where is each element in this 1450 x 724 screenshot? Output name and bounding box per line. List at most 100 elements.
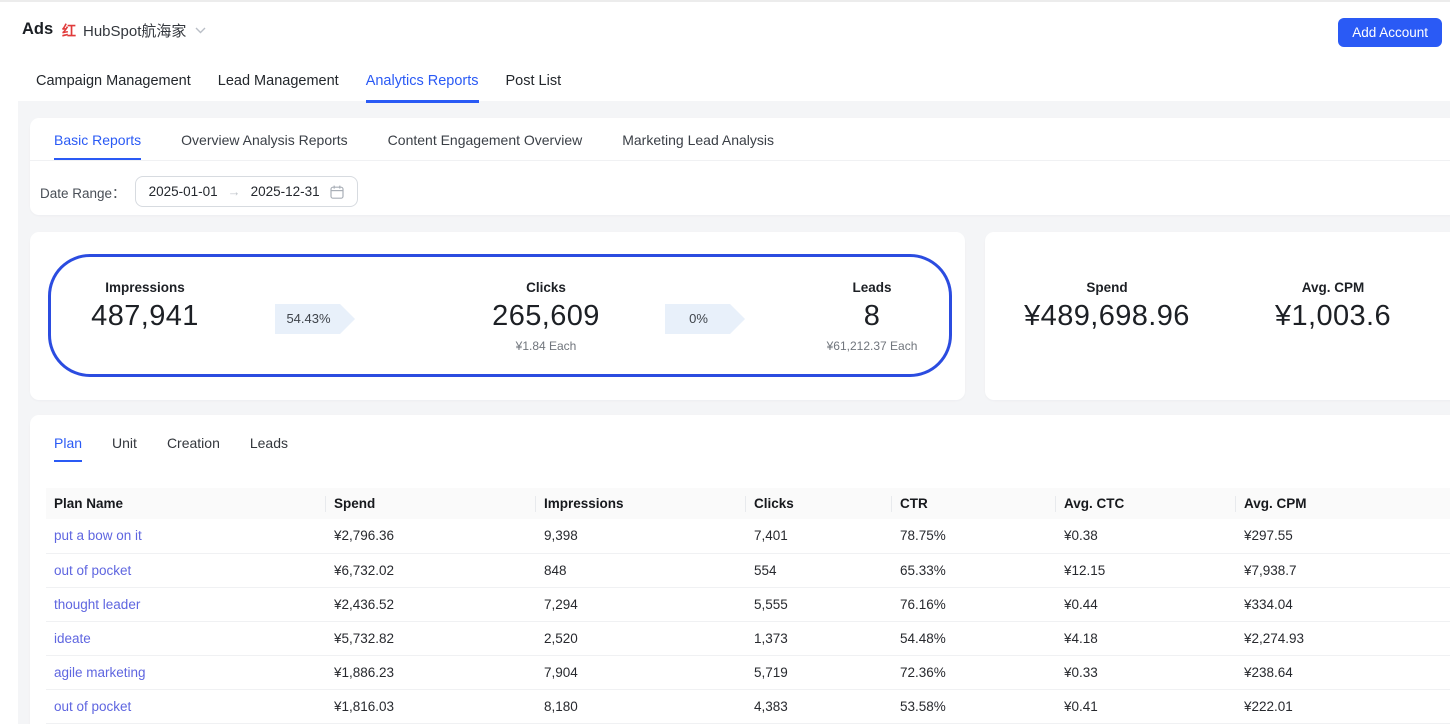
cell-avg-cpm: ¥222.01 bbox=[1236, 689, 1450, 724]
table-tab-unit[interactable]: Unit bbox=[112, 433, 137, 462]
report-tabs: Basic Reports Overview Analysis Reports … bbox=[30, 118, 1450, 161]
plan-name-link[interactable]: ideate bbox=[54, 631, 91, 646]
table-tab-leads[interactable]: Leads bbox=[250, 433, 288, 462]
calendar-icon[interactable] bbox=[330, 185, 344, 199]
cell-avg-ctc: ¥0.33 bbox=[1056, 655, 1236, 690]
tab-campaign-management[interactable]: Campaign Management bbox=[36, 71, 191, 103]
cell-ctr: 78.75% bbox=[892, 519, 1056, 554]
start-date-value[interactable]: 2025-01-01 bbox=[149, 184, 218, 199]
table-tabs: Plan Unit Creation Leads bbox=[54, 433, 1450, 462]
table-header-row: Plan Name Spend Impressions Clicks CTR A… bbox=[46, 488, 1450, 519]
metric-label: Leads bbox=[852, 280, 892, 295]
table-tab-creation[interactable]: Creation bbox=[167, 433, 220, 462]
cell-clicks: 1,373 bbox=[746, 621, 892, 656]
metric-value: 8 bbox=[863, 300, 881, 332]
plan-name-link[interactable]: thought leader bbox=[54, 597, 140, 612]
plan-name-link[interactable]: put a bow on it bbox=[54, 528, 142, 543]
cell-ctr: 72.36% bbox=[892, 655, 1056, 690]
metric-sub: ¥61,212.37 Each bbox=[826, 339, 918, 353]
metric-value: ¥489,698.96 bbox=[1024, 300, 1190, 332]
conversion-rate-chip: 0% bbox=[665, 304, 745, 334]
subtab-overview-analysis-reports[interactable]: Overview Analysis Reports bbox=[181, 131, 348, 160]
cell-avg-cpm: ¥334.04 bbox=[1236, 587, 1450, 622]
metric-label: Avg. CPM bbox=[1301, 280, 1365, 295]
metric-impressions: Impressions 487,941 bbox=[60, 280, 230, 353]
account-switcher[interactable]: 红 HubSpot航海家 bbox=[62, 20, 206, 41]
cell-impressions: 8,180 bbox=[536, 689, 746, 724]
page-title: Ads bbox=[22, 20, 54, 38]
subtab-marketing-lead-analysis[interactable]: Marketing Lead Analysis bbox=[622, 131, 774, 160]
cell-spend: ¥2,796.36 bbox=[326, 519, 536, 554]
cell-avg-ctc: ¥0.41 bbox=[1056, 689, 1236, 724]
cell-avg-cpm: ¥7,938.7 bbox=[1236, 553, 1450, 588]
subtab-basic-reports[interactable]: Basic Reports bbox=[54, 131, 142, 160]
top-bar: Ads 红 HubSpot航海家 Add Account Campaign Ma… bbox=[0, 2, 1450, 103]
column-header-avg-ctc: Avg. CTC bbox=[1056, 488, 1236, 519]
tab-analytics-reports[interactable]: Analytics Reports bbox=[365, 71, 479, 103]
cell-avg-cpm: ¥297.55 bbox=[1236, 519, 1450, 554]
cell-clicks: 5,555 bbox=[746, 587, 892, 622]
column-header-ctr: CTR bbox=[892, 488, 1056, 519]
red-platform-icon: 红 bbox=[62, 22, 76, 39]
subtab-content-engagement-overview[interactable]: Content Engagement Overview bbox=[388, 131, 583, 160]
date-range-label: Date Range： bbox=[40, 185, 126, 201]
chevron-down-icon bbox=[195, 27, 206, 34]
metric-spend: Spend ¥489,698.96 bbox=[1007, 280, 1207, 333]
cell-spend: ¥5,732.82 bbox=[326, 621, 536, 656]
column-header-avg-cpm: Avg. CPM bbox=[1236, 488, 1450, 519]
plan-name-link[interactable]: out of pocket bbox=[54, 563, 131, 578]
column-header-impressions: Impressions bbox=[536, 488, 746, 519]
cell-avg-ctc: ¥12.15 bbox=[1056, 553, 1236, 588]
cell-ctr: 76.16% bbox=[892, 587, 1056, 622]
tab-post-list[interactable]: Post List bbox=[506, 71, 562, 103]
cell-spend: ¥1,886.23 bbox=[326, 655, 536, 690]
metric-leads: Leads 8 ¥61,212.37 Each bbox=[792, 280, 952, 353]
cell-spend: ¥6,732.02 bbox=[326, 553, 536, 588]
cell-clicks: 7,401 bbox=[746, 519, 892, 554]
cell-avg-ctc: ¥4.18 bbox=[1056, 621, 1236, 656]
arrow-right-icon: → bbox=[227, 184, 241, 199]
metric-clicks: Clicks 265,609 ¥1.84 Each bbox=[461, 280, 631, 353]
metric-value: 265,609 bbox=[492, 300, 600, 332]
metric-avg-cpm: Avg. CPM ¥1,003.6 bbox=[1233, 280, 1433, 333]
column-header-spend: Spend bbox=[326, 488, 536, 519]
cell-clicks: 4,383 bbox=[746, 689, 892, 724]
date-range-picker[interactable]: 2025-01-01 → 2025-12-31 bbox=[134, 176, 358, 207]
table-row: out of pocket ¥6,732.02 848 554 65.33% ¥… bbox=[46, 553, 1450, 588]
metric-value: 487,941 bbox=[91, 300, 199, 332]
cell-impressions: 7,904 bbox=[536, 655, 746, 690]
content-area: Basic Reports Overview Analysis Reports … bbox=[18, 101, 1450, 724]
table-row: ideate ¥5,732.82 2,520 1,373 54.48% ¥4.1… bbox=[46, 621, 1450, 656]
summary-metrics-card: Spend ¥489,698.96 Avg. CPM ¥1,003.6 bbox=[985, 232, 1450, 400]
table-row: put a bow on it ¥2,796.36 9,398 7,401 78… bbox=[46, 519, 1450, 554]
cell-clicks: 5,719 bbox=[746, 655, 892, 690]
tab-lead-management[interactable]: Lead Management bbox=[218, 71, 339, 103]
cell-impressions: 9,398 bbox=[536, 519, 746, 554]
cell-avg-cpm: ¥2,274.93 bbox=[1236, 621, 1450, 656]
cell-spend: ¥2,436.52 bbox=[326, 587, 536, 622]
table-tab-plan[interactable]: Plan bbox=[54, 433, 83, 462]
metric-label: Clicks bbox=[526, 280, 566, 295]
plans-table-card: Plan Unit Creation Leads Plan Name Spend… bbox=[30, 415, 1450, 724]
column-header-plan-name: Plan Name bbox=[46, 488, 326, 519]
main-tabs: Campaign Management Lead Management Anal… bbox=[36, 71, 1450, 103]
metric-label: Spend bbox=[1086, 280, 1128, 295]
table-row: agile marketing ¥1,886.23 7,904 5,719 72… bbox=[46, 655, 1450, 690]
metric-sub: ¥1.84 Each bbox=[515, 339, 577, 353]
cell-ctr: 65.33% bbox=[892, 553, 1056, 588]
metric-sub bbox=[60, 339, 230, 353]
cell-ctr: 53.58% bbox=[892, 689, 1056, 724]
end-date-value[interactable]: 2025-12-31 bbox=[251, 184, 320, 199]
cell-spend: ¥1,816.03 bbox=[326, 689, 536, 724]
cell-avg-ctc: ¥0.44 bbox=[1056, 587, 1236, 622]
table-row: thought leader ¥2,436.52 7,294 5,555 76.… bbox=[46, 587, 1450, 622]
cell-impressions: 2,520 bbox=[536, 621, 746, 656]
plan-name-link[interactable]: out of pocket bbox=[54, 699, 131, 714]
cell-clicks: 554 bbox=[746, 553, 892, 588]
cell-impressions: 7,294 bbox=[536, 587, 746, 622]
add-account-button[interactable]: Add Account bbox=[1338, 18, 1442, 47]
plan-name-link[interactable]: agile marketing bbox=[54, 665, 146, 680]
plans-table: Plan Name Spend Impressions Clicks CTR A… bbox=[46, 488, 1450, 724]
cell-avg-cpm: ¥238.64 bbox=[1236, 655, 1450, 690]
table-row: out of pocket ¥1,816.03 8,180 4,383 53.5… bbox=[46, 689, 1450, 724]
